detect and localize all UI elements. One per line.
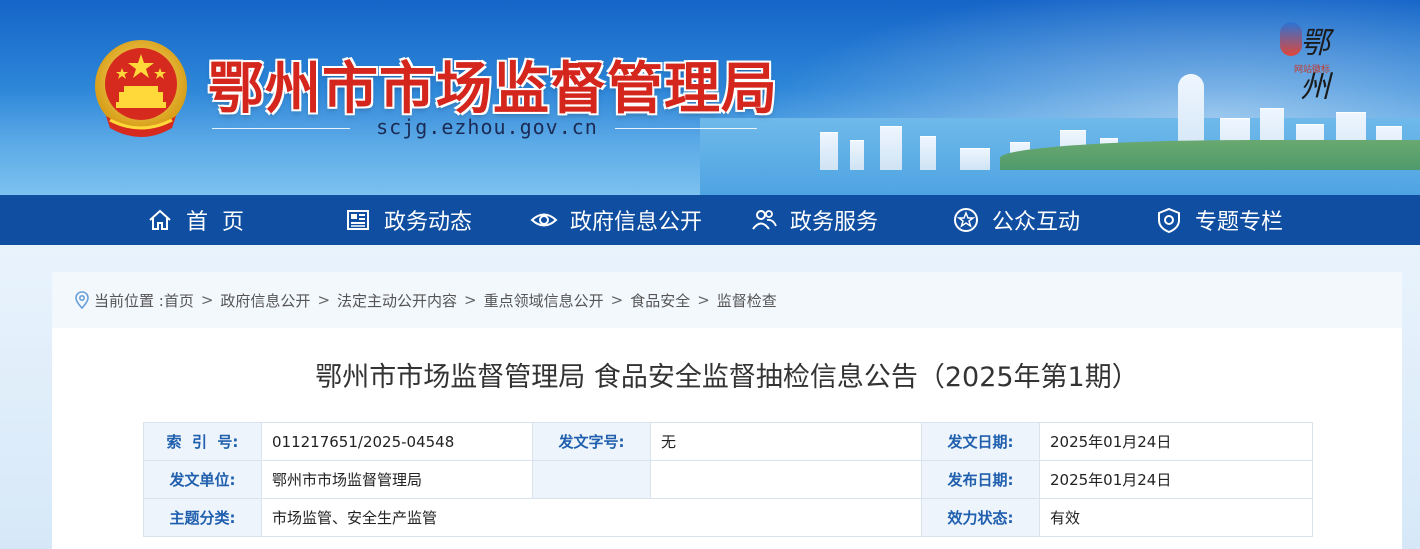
nav-item-news[interactable]: 政务动态 bbox=[344, 195, 472, 245]
nav-label: 公众互动 bbox=[992, 210, 1081, 235]
nav-item-home[interactable]: 首页 bbox=[146, 195, 258, 245]
divider-line bbox=[615, 128, 757, 129]
empty-cell bbox=[650, 460, 922, 499]
nav-item-interaction[interactable]: 公众互动 bbox=[952, 195, 1080, 245]
nav-label: 政务服务 bbox=[790, 210, 879, 235]
logo-subtext: 网站徽标 bbox=[1294, 65, 1331, 75]
index-label: 索 引 号: bbox=[143, 422, 262, 461]
shield-icon bbox=[1155, 206, 1183, 234]
nav-label: 政务动态 bbox=[384, 210, 473, 235]
topic-value: 市场监管、安全生产监管 bbox=[261, 498, 922, 537]
nav-item-special[interactable]: 专题专栏 bbox=[1155, 195, 1283, 245]
breadcrumb-info-disclosure[interactable]: 政府信息公开 bbox=[220, 290, 310, 311]
empty-cell bbox=[532, 460, 651, 499]
breadcrumb-statutory-content[interactable]: 法定主动公开内容 bbox=[337, 290, 457, 311]
validity-label: 效力状态: bbox=[921, 498, 1040, 537]
nav-item-info-disclosure[interactable]: 政府信息公开 bbox=[530, 195, 702, 245]
national-emblem-icon bbox=[92, 38, 190, 144]
nav-item-services[interactable]: 政务服务 bbox=[750, 195, 878, 245]
breadcrumb-separator: > bbox=[610, 291, 624, 309]
index-value: 011217651/2025-04548 bbox=[261, 422, 533, 461]
city-logo-icon: 鄂州 网站徽标 bbox=[1280, 18, 1350, 105]
table-row: 发文单位: 鄂州市市场监督管理局 发布日期: 2025年01月24日 bbox=[143, 460, 1313, 499]
header-banner: 鄂州市市场监督管理局 scjg.ezhou.gov.cn 鄂州 网站徽标 bbox=[0, 0, 1420, 195]
site-title: 鄂州市市场监督管理局 bbox=[208, 57, 778, 122]
table-row: 主题分类: 市场监管、安全生产监管 效力状态: 有效 bbox=[143, 498, 1313, 537]
breadcrumb-home[interactable]: 首页 bbox=[164, 290, 194, 311]
article-title: 鄂州市市场监督管理局 食品安全监督抽检信息公告（2025年第1期） bbox=[315, 362, 1139, 393]
breadcrumb-key-areas[interactable]: 重点领域信息公开 bbox=[484, 290, 604, 311]
issue-date-value: 2025年01月24日 bbox=[1039, 422, 1313, 461]
document-info-table: 索 引 号: 011217651/2025-04548 发文字号: 无 发文日期… bbox=[143, 422, 1313, 537]
logo-mark bbox=[1280, 22, 1302, 56]
doc-number-value: 无 bbox=[650, 422, 922, 461]
issuer-label: 发文单位: bbox=[143, 460, 262, 499]
breadcrumb-food-safety[interactable]: 食品安全 bbox=[630, 290, 690, 311]
issue-date-label: 发文日期: bbox=[921, 422, 1040, 461]
publish-date-value: 2025年01月24日 bbox=[1039, 460, 1313, 499]
people-icon bbox=[750, 206, 778, 234]
breadcrumb-prefix: 当前位置 : bbox=[94, 291, 164, 310]
star-circle-icon bbox=[952, 206, 980, 234]
breadcrumb-separator: > bbox=[317, 291, 331, 309]
nav-label: 政府信息公开 bbox=[570, 210, 703, 235]
topic-label: 主题分类: bbox=[143, 498, 262, 537]
publish-date-label: 发布日期: bbox=[921, 460, 1040, 499]
breadcrumb-separator: > bbox=[464, 291, 477, 309]
divider-line bbox=[212, 128, 350, 129]
breadcrumb-separator: > bbox=[697, 291, 710, 309]
nav-label: 首页 bbox=[186, 210, 259, 235]
newspaper-icon bbox=[344, 206, 372, 234]
nav-label: 专题专栏 bbox=[1195, 210, 1284, 235]
validity-value: 有效 bbox=[1039, 498, 1313, 537]
breadcrumb-separator: > bbox=[200, 291, 214, 309]
site-domain: scjg.ezhou.gov.cn bbox=[376, 115, 598, 139]
location-pin-icon bbox=[75, 291, 89, 309]
doc-number-label: 发文字号: bbox=[532, 422, 651, 461]
breadcrumb: 当前位置 : 首页 > 政府信息公开 > 法定主动公开内容 > 重点领域信息公开… bbox=[52, 272, 1402, 328]
eye-icon bbox=[530, 206, 558, 234]
domain-row: scjg.ezhou.gov.cn bbox=[212, 115, 757, 141]
breadcrumb-inspection[interactable]: 监督检查 bbox=[717, 290, 777, 311]
main-nav: 首页 政务动态 政府信息公开 政务服务 公众互动 专题专栏 bbox=[0, 195, 1420, 245]
table-row: 索 引 号: 011217651/2025-04548 发文字号: 无 发文日期… bbox=[143, 422, 1313, 461]
home-icon bbox=[146, 206, 174, 234]
issuer-value: 鄂州市市场监督管理局 bbox=[261, 460, 533, 499]
